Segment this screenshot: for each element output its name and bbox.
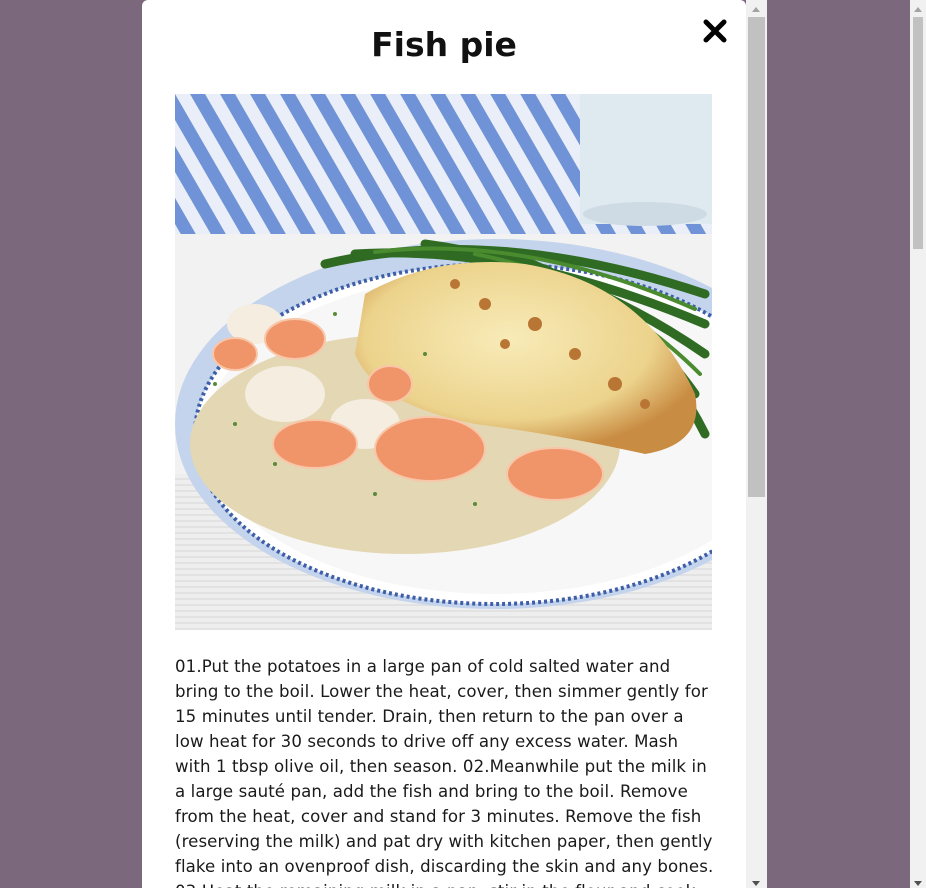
page-scrollbar-thumb[interactable]: [913, 17, 923, 249]
recipe-image: [175, 94, 712, 630]
close-button[interactable]: [702, 18, 728, 44]
recipe-instructions: 01.Put the potatoes in a large pan of co…: [175, 657, 714, 888]
recipe-modal: Fish pie 01.Put the potatoes in a large …: [142, 0, 746, 888]
modal-title: Fish pie: [371, 25, 517, 64]
modal-scrollbar[interactable]: [746, 0, 767, 888]
page-scroll-up-arrow-icon[interactable]: [914, 7, 922, 12]
page-scroll-down-arrow-icon[interactable]: [914, 881, 922, 886]
scroll-down-arrow-icon[interactable]: [752, 881, 760, 886]
fish-pie-photo: [175, 94, 712, 630]
scroll-up-arrow-icon[interactable]: [752, 7, 760, 12]
modal-scrollbar-thumb[interactable]: [748, 17, 765, 497]
page-scrollbar[interactable]: [910, 0, 926, 888]
close-icon: [703, 19, 727, 43]
